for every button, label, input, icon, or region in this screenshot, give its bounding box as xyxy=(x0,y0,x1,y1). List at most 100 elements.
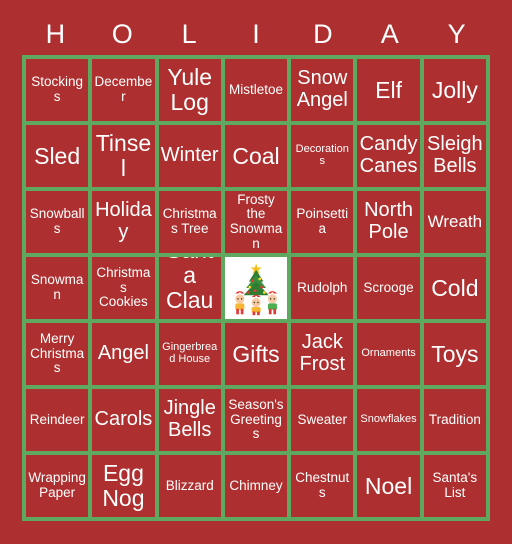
bingo-cell-label: Holiday xyxy=(95,199,152,243)
bingo-cell-label: Snow Angel xyxy=(296,67,348,111)
bingo-cell[interactable]: Winter xyxy=(158,125,221,187)
bingo-cell[interactable]: Jack Frost xyxy=(291,323,354,385)
bingo-cell-label: Wrapping Paper xyxy=(28,470,86,500)
bingo-header-letter: H xyxy=(45,19,66,49)
bingo-cell-label: Poinsettia xyxy=(296,206,349,236)
bingo-cell[interactable]: Snowballs xyxy=(26,191,89,253)
bingo-cell[interactable]: Noel xyxy=(357,455,420,517)
bingo-cell-label: Sleigh Bells xyxy=(427,133,483,177)
bingo-cell[interactable]: Carols xyxy=(92,389,155,451)
bingo-cell[interactable]: Jolly xyxy=(423,59,486,121)
bingo-cell-label: December xyxy=(94,74,153,104)
bingo-cell-label: Gingerbread House xyxy=(162,341,218,365)
bingo-header-letter: I xyxy=(252,19,260,49)
bingo-cell[interactable]: Angel xyxy=(92,323,155,385)
bingo-cell-label: Decorations xyxy=(295,143,349,167)
bingo-cell[interactable]: Coal xyxy=(224,125,288,187)
bingo-cell[interactable]: Candy Canes xyxy=(357,125,420,187)
bingo-cell[interactable]: Holiday xyxy=(92,191,155,253)
bingo-cell-label: Santa's List xyxy=(432,470,478,500)
bingo-cell[interactable]: Cold xyxy=(423,257,486,319)
bingo-cell-free-space[interactable] xyxy=(224,257,288,319)
bingo-cell[interactable]: Scrooge xyxy=(357,257,420,319)
bingo-cell[interactable]: Egg Nog xyxy=(92,455,155,517)
bingo-cell[interactable]: Blizzard xyxy=(158,455,221,517)
bingo-cell[interactable]: Chimney xyxy=(224,455,288,517)
bingo-header-letter: O xyxy=(111,19,133,49)
bingo-cell[interactable]: Frosty the Snowman xyxy=(224,191,288,253)
bingo-cell[interactable]: Elf xyxy=(357,59,420,121)
bingo-header-letter: L xyxy=(181,19,197,49)
bingo-cell[interactable]: Poinsettia xyxy=(291,191,354,253)
bingo-cell[interactable]: Toys xyxy=(423,323,486,385)
bingo-cell-label: Christmas Cookies xyxy=(96,265,151,310)
bingo-cell-label: North Pole xyxy=(364,199,414,243)
bingo-cell-label: Scrooge xyxy=(363,279,414,295)
bingo-cell[interactable]: Sleigh Bells xyxy=(423,125,486,187)
bingo-cell-label: Tinsel xyxy=(95,130,152,181)
bingo-cell[interactable]: Gifts xyxy=(224,323,288,385)
bingo-cell[interactable]: Christmas Cookies xyxy=(92,257,155,319)
bingo-cell[interactable]: Yule Log xyxy=(158,59,221,121)
bingo-cell[interactable]: Snowman xyxy=(26,257,89,319)
bingo-cell-label: Wreath xyxy=(427,211,483,231)
bingo-cell-label: Chestnuts xyxy=(295,470,350,500)
bingo-cell[interactable]: Rudolph xyxy=(291,257,354,319)
bingo-cell-label: Rudolph xyxy=(297,279,348,295)
bingo-cell[interactable]: Jingle Bells xyxy=(158,389,221,451)
bingo-cell[interactable]: North Pole xyxy=(357,191,420,253)
bingo-cell[interactable]: Stockings xyxy=(26,59,89,121)
bingo-header-letters: HOLIDAY xyxy=(22,14,490,54)
bingo-cell[interactable]: Reindeer xyxy=(26,389,89,451)
bingo-cell[interactable]: Santa Claus xyxy=(158,257,221,319)
bingo-cell[interactable]: Sweater xyxy=(291,389,354,451)
bingo-cell[interactable]: Ornaments xyxy=(357,323,420,385)
bingo-cell-label: Winter xyxy=(160,144,219,167)
bingo-cell[interactable]: Tradition xyxy=(423,389,486,451)
bingo-cell-label: Stockings xyxy=(31,74,84,104)
bingo-cell[interactable]: Snow Angel xyxy=(291,59,354,121)
bingo-cell-label: Jack Frost xyxy=(299,331,346,375)
bingo-cell[interactable]: Season's Greetings xyxy=(224,389,288,451)
bingo-cell[interactable]: Wrapping Paper xyxy=(26,455,89,517)
bingo-cell[interactable]: Gingerbread House xyxy=(158,323,221,385)
bingo-cell[interactable]: December xyxy=(92,59,155,121)
bingo-cell-label: Gifts xyxy=(232,340,280,367)
bingo-grid: Stockings December Yule Log Mistletoe Snow A… xyxy=(22,55,490,521)
bingo-cell-label: Frosty the Snowman xyxy=(229,191,283,251)
bingo-cell-label: Santa Claus xyxy=(166,257,214,319)
bingo-cell-label: Jolly xyxy=(431,76,478,103)
bingo-cell-label: Angel xyxy=(97,342,149,365)
bingo-cell[interactable]: Mistletoe xyxy=(224,59,288,121)
bingo-cell-label: Elf xyxy=(375,76,402,103)
bingo-cell-label: Ornaments xyxy=(361,347,416,360)
bingo-header-letter: Y xyxy=(447,19,466,49)
bingo-cell-label: Mistletoe xyxy=(228,81,283,97)
bingo-cell[interactable]: Chestnuts xyxy=(291,455,354,517)
bingo-cell[interactable]: Merry Christmas xyxy=(26,323,89,385)
bingo-cell-label: Tradition xyxy=(428,411,481,427)
bingo-cell-label: Reindeer xyxy=(29,411,85,427)
bingo-cell[interactable]: Christmas Tree xyxy=(158,191,221,253)
bingo-cell[interactable]: Snowflakes xyxy=(357,389,420,451)
bingo-header-letter: A xyxy=(380,19,399,49)
bingo-cell[interactable]: Tinsel xyxy=(92,125,155,187)
christmas-tree-with-children-icon xyxy=(226,259,285,317)
bingo-cell-label: Merry Christmas xyxy=(30,331,85,376)
bingo-cell-label: Cold xyxy=(431,274,479,301)
bingo-cell-label: Christmas Tree xyxy=(162,206,217,236)
child-middle xyxy=(251,294,261,316)
bingo-header-letter: D xyxy=(313,19,333,49)
bingo-cell-label: Noel xyxy=(364,472,413,499)
bingo-cell-label: Blizzard xyxy=(165,477,214,493)
bingo-cell-label: Candy Canes xyxy=(359,133,418,177)
bingo-cell[interactable]: Decorations xyxy=(291,125,354,187)
bingo-cell[interactable]: Wreath xyxy=(423,191,486,253)
bingo-cell-label: Jingle Bells xyxy=(163,397,216,441)
bingo-cell-label: Egg Nog xyxy=(102,460,145,511)
bingo-cell-label: Season's Greetings xyxy=(228,397,284,442)
bingo-cell[interactable]: Santa's List xyxy=(423,455,486,517)
bingo-cell-label: Carols xyxy=(94,408,153,431)
bingo-cell[interactable]: Sled xyxy=(26,125,89,187)
bingo-cell-label: Chimney xyxy=(229,477,283,493)
